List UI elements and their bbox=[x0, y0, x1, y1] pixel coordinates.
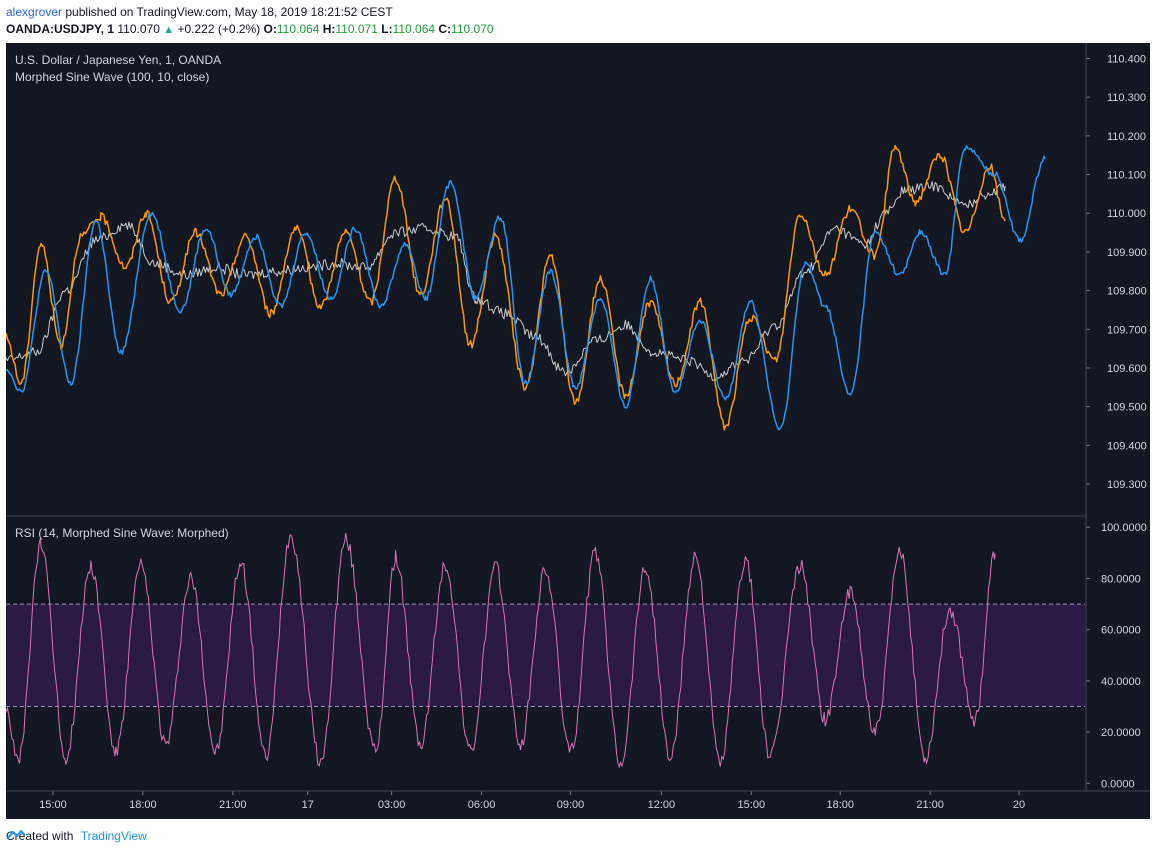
price-axis[interactable]: 110.400 110.300 110.200 110.100 110.000 109.9… bbox=[1086, 53, 1147, 491]
ohlc-line: OANDA:USDJPY, 1 110.070 ▲ +0.222 (+0.2%)… bbox=[6, 21, 494, 39]
open-label: O: bbox=[263, 22, 277, 36]
tradingview-logo-icon bbox=[6, 829, 26, 840]
price-tick-label-4: 110.000 bbox=[1107, 208, 1146, 220]
open-value: 110.064 bbox=[276, 22, 320, 36]
rsi-tick-label-0: 100.0000 bbox=[1101, 522, 1147, 534]
rsi-axis[interactable]: 100.0000 80.0000 60.0000 40.0000 20.0000 0.00… bbox=[1086, 522, 1147, 790]
time-tick-label-4: 03:00 bbox=[378, 799, 406, 811]
rsi-tick-label-5: 0.0000 bbox=[1101, 778, 1135, 790]
morphed-line bbox=[6, 144, 1006, 431]
publish-header: alexgrover published on TradingView.com,… bbox=[6, 4, 494, 39]
close-value: 110.070 bbox=[451, 22, 494, 36]
price-change: +0.222 (+0.2%) bbox=[177, 22, 261, 36]
tradingview-brand: TradingView bbox=[80, 829, 147, 843]
price-tick-label-1: 110.300 bbox=[1107, 92, 1146, 104]
time-tick-label-11: 20 bbox=[1013, 799, 1025, 811]
rsi-tick-label-2: 60.0000 bbox=[1101, 625, 1141, 637]
time-tick-label-0: 15:00 bbox=[39, 799, 67, 811]
low-label: L: bbox=[381, 22, 393, 36]
high-value: 110.071 bbox=[335, 22, 378, 36]
price-pane[interactable] bbox=[6, 144, 1046, 431]
time-tick-label-10: 21:00 bbox=[916, 799, 944, 811]
price-tick-label-10: 109.400 bbox=[1107, 440, 1147, 452]
high-label: H: bbox=[322, 22, 336, 36]
tradingview-link[interactable]: TradingView bbox=[6, 829, 147, 843]
time-tick-label-8: 15:00 bbox=[738, 799, 766, 811]
price-tick-label-7: 109.700 bbox=[1107, 324, 1147, 336]
time-axis[interactable]: 15:00 18:00 21:00 17 03:00 06:00 09:00 12:00 15:… bbox=[39, 791, 1025, 811]
rsi-tick-label-4: 20.0000 bbox=[1101, 727, 1141, 739]
last-price: 110.070 bbox=[117, 22, 160, 36]
time-tick-label-1: 18:00 bbox=[129, 799, 157, 811]
rsi-tick-label-3: 40.0000 bbox=[1101, 676, 1141, 688]
price-tick-label-5: 109.900 bbox=[1107, 247, 1147, 259]
price-tick-label-9: 109.500 bbox=[1107, 402, 1147, 414]
time-tick-label-3: 17 bbox=[302, 799, 314, 811]
chart-area[interactable]: 110.400 110.300 110.200 110.100 110.000 109.9… bbox=[6, 43, 1150, 819]
rsi-pane[interactable] bbox=[6, 532, 1085, 769]
footer: Created with TradingView bbox=[6, 829, 147, 843]
up-triangle-icon: ▲ bbox=[163, 24, 175, 36]
rsi-band bbox=[6, 604, 1085, 707]
close-label: C: bbox=[438, 22, 452, 36]
time-tick-label-9: 18:00 bbox=[826, 799, 854, 811]
time-tick-label-2: 21:00 bbox=[219, 799, 247, 811]
price-tick-label-8: 109.600 bbox=[1107, 363, 1147, 375]
time-tick-label-5: 06:00 bbox=[468, 799, 496, 811]
publish-line: alexgrover published on TradingView.com,… bbox=[6, 4, 494, 21]
price-tick-label-0: 110.400 bbox=[1107, 53, 1146, 65]
chart-svg[interactable]: 110.400 110.300 110.200 110.100 110.000 109.9… bbox=[6, 43, 1150, 819]
price-tick-label-6: 109.800 bbox=[1107, 286, 1147, 298]
main-title: U.S. Dollar / Japanese Yen, 1, OANDA bbox=[15, 53, 221, 67]
price-tick-label-2: 110.200 bbox=[1107, 131, 1146, 143]
time-tick-label-6: 09:00 bbox=[557, 799, 585, 811]
rsi-title: RSI (14, Morphed Sine Wave: Morphed) bbox=[15, 526, 229, 540]
indicator-title: Morphed Sine Wave (100, 10, close) bbox=[15, 70, 209, 84]
author-link[interactable]: alexgrover bbox=[6, 5, 62, 19]
price-tick-label-3: 110.100 bbox=[1107, 170, 1146, 182]
time-tick-label-7: 12:00 bbox=[648, 799, 676, 811]
price-tick-label-11: 109.300 bbox=[1107, 479, 1147, 491]
low-value: 110.064 bbox=[392, 22, 436, 36]
symbol-label: OANDA:USDJPY, 1 bbox=[6, 22, 115, 36]
rsi-tick-label-1: 80.0000 bbox=[1101, 573, 1141, 585]
published-text: published on TradingView.com, May 18, 20… bbox=[65, 5, 393, 19]
